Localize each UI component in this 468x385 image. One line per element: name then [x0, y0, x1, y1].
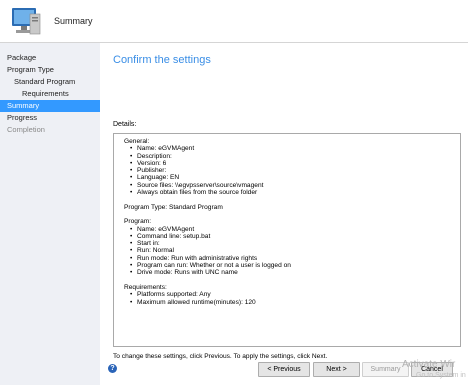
step-requirements[interactable]: Requirements [0, 88, 100, 100]
wizard-title: Summary [54, 16, 93, 26]
wizard-steps-sidebar: Package Program Type Standard Program Re… [0, 43, 100, 385]
step-package[interactable]: Package [0, 52, 100, 64]
wizard-footer: ? < Previous Next > Summary Cancel Activ… [101, 358, 468, 385]
list-item: • Language: EN [130, 174, 180, 182]
list-item: • Command line: setup.bat [130, 232, 211, 240]
program-heading: Program: [124, 218, 152, 226]
step-summary[interactable]: Summary [0, 100, 100, 112]
step-completion: Completion [7, 125, 45, 134]
wizard-content: Confirm the settings Details: General: •… [101, 43, 468, 385]
list-item: • Drive mode: Runs with UNC name [130, 269, 238, 277]
help-icon[interactable]: ? [108, 364, 117, 373]
list-item: • Run mode: Run with administrative right… [130, 254, 258, 262]
computer-wizard-icon [12, 8, 41, 35]
previous-button[interactable]: < Previous [258, 362, 310, 377]
list-item: • Version: 6 [130, 159, 167, 167]
activation-watermark-subtext: Go to System in [416, 372, 466, 379]
list-item: • Source files: \\egvpsserver\source\vmag… [130, 181, 264, 189]
program-type-line: Program Type: Standard Program [124, 203, 223, 211]
list-item: • Description: [130, 152, 172, 160]
step-program-type[interactable]: Program Type [0, 64, 100, 76]
next-button[interactable]: Next > [313, 362, 360, 377]
wizard-header: Summary [0, 0, 468, 43]
list-item: • Always obtain files from the source fol… [130, 189, 258, 197]
list-item: • Maximum allowed runtime(minutes): 120 [130, 298, 256, 306]
list-item: • Start in: [130, 240, 160, 248]
details-label: Details: [113, 121, 137, 128]
list-item: • Name: eGVMAgent [130, 145, 195, 153]
requirements-heading: Requirements: [124, 283, 167, 291]
list-item: • Run: Normal [130, 247, 175, 255]
activation-watermark: Activate Wir [402, 359, 456, 370]
general-heading: General: [124, 138, 150, 145]
details-textbox[interactable]: General: • Name: eGVMAgent • Description: … [113, 133, 461, 347]
list-item: • Program can run: Whether or not a user … [130, 262, 291, 270]
list-item: • Publisher: [130, 167, 167, 175]
page-title: Confirm the settings [113, 54, 211, 66]
step-standard-program[interactable]: Standard Program [0, 76, 100, 88]
list-item: • Name: eGVMAgent [130, 225, 195, 233]
list-item: • Platforms supported: Any [130, 291, 211, 299]
step-progress: Progress [7, 113, 38, 122]
